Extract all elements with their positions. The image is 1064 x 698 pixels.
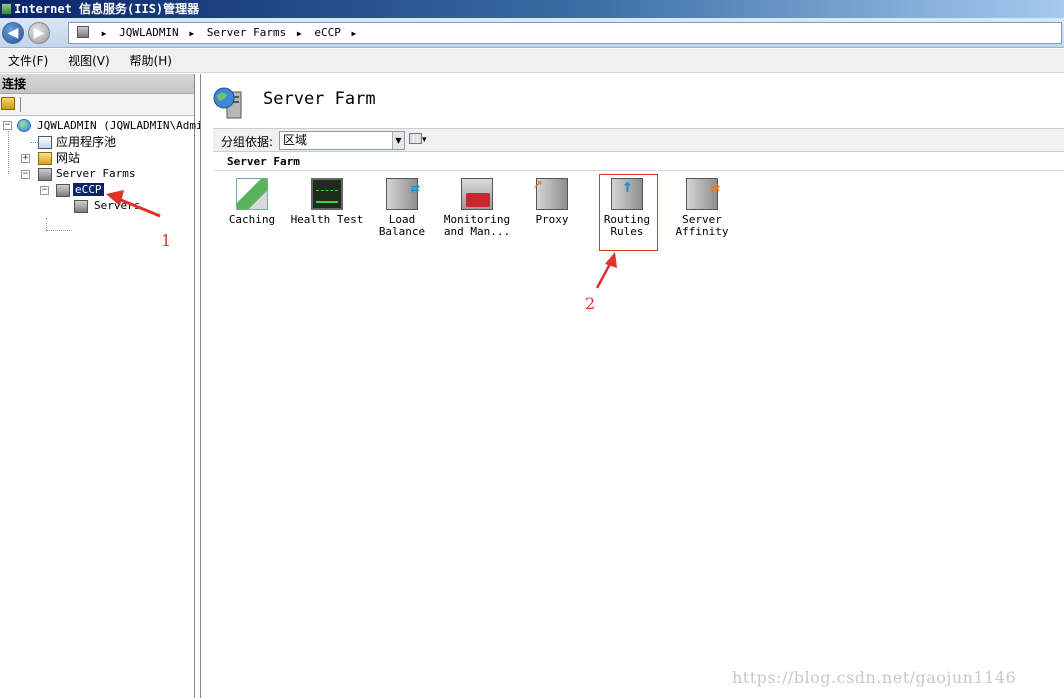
breadcrumb-arrow-icon[interactable]: ▶ (102, 29, 107, 38)
back-button[interactable]: ◀ (2, 22, 24, 44)
chevron-down-icon: ▾ (422, 135, 427, 145)
toolbar-separator (20, 97, 21, 112)
annotation-arrow-1 (106, 190, 161, 218)
servers-icon (74, 200, 88, 213)
health-test-icon (311, 178, 343, 210)
server-farm-icon (56, 184, 70, 197)
server-affinity-icon (686, 178, 720, 210)
feature-label: Health Test (290, 213, 364, 226)
feature-server-affinity[interactable]: Server Affinity (665, 178, 739, 238)
breadcrumb-arrow-icon[interactable]: ▶ (189, 29, 194, 38)
feature-label: Monitoring and Man... (443, 213, 511, 238)
breadcrumb-arrow-icon[interactable]: ▶ (297, 29, 302, 38)
tree-node-server[interactable]: JQWLADMIN (JQWLADMIN\Admin (37, 118, 209, 134)
server-farm-icon (213, 87, 242, 119)
connect-icon[interactable] (1, 97, 15, 110)
view-mode-button[interactable]: ▾ (409, 132, 431, 149)
feature-label: Server Affinity (675, 213, 729, 238)
group-by-select[interactable]: 区域 ▼ (279, 131, 405, 150)
tree-node-eccp[interactable]: eCCP (73, 182, 104, 198)
collapse-toggle[interactable]: − (21, 170, 30, 179)
chevron-down-icon[interactable]: ▼ (392, 132, 404, 149)
window-title-bar: Internet 信息服务(IIS)管理器 (0, 0, 1064, 18)
breadcrumb-eccp[interactable]: eCCP (314, 26, 341, 39)
menu-bar: 文件(F) 视图(V) 帮助(H) (0, 49, 1064, 73)
tree-node-sites[interactable]: 网站 (56, 150, 80, 166)
tree-node-server-farms[interactable]: Server Farms (56, 166, 135, 182)
menu-view[interactable]: 视图(V) (68, 54, 110, 68)
view-grid-icon (409, 133, 422, 144)
feature-caching[interactable]: Caching (215, 178, 289, 226)
group-by-label: 分组依据: (221, 135, 274, 149)
tree-guide-line (46, 218, 47, 230)
connections-toolbar (0, 94, 194, 116)
main-pane: Server Farm 分组依据: 区域 ▼ ▾ Server Farm Cac… (200, 74, 1064, 698)
menu-help[interactable]: 帮助(H) (130, 54, 172, 68)
sites-folder-icon (38, 152, 52, 165)
tree-guide-line (46, 230, 72, 231)
breadcrumb-server-farms[interactable]: Server Farms (207, 26, 286, 39)
window-title: Internet 信息服务(IIS)管理器 (14, 2, 200, 16)
annotation-label-1: 1 (161, 231, 172, 250)
app-pool-icon (38, 136, 52, 149)
feature-label: Proxy (535, 213, 569, 226)
annotation-label-2: 2 (585, 294, 596, 313)
collapse-toggle[interactable]: − (40, 186, 49, 195)
feature-monitoring[interactable]: Monitoring and Man... (440, 178, 514, 238)
annotation-highlight-box (599, 174, 658, 251)
server-globe-icon (17, 119, 31, 132)
tree-node-eccp-label: eCCP (73, 183, 104, 196)
navigation-bar: ◀ ▶ ▶ JQWLADMIN ▶ Server Farms ▶ eCCP ▶ (0, 18, 1064, 48)
tree-guide-line (8, 126, 9, 174)
feature-label: Load Balance (378, 213, 426, 238)
expand-toggle[interactable]: + (21, 154, 30, 163)
tree-node-app-pools[interactable]: 应用程序池 (56, 134, 116, 150)
feature-label: Caching (228, 213, 276, 226)
page-title: Server Farm (263, 89, 376, 109)
monitoring-icon (461, 178, 493, 210)
section-header: Server Farm (213, 153, 1064, 171)
annotation-arrow-2 (595, 252, 617, 289)
address-bar[interactable]: ▶ JQWLADMIN ▶ Server Farms ▶ eCCP ▶ (68, 22, 1062, 44)
feature-proxy[interactable]: Proxy (515, 177, 589, 226)
feature-load-balance[interactable]: Load Balance (365, 178, 439, 238)
group-by-value: 区域 (283, 133, 308, 147)
watermark: https://blog.csdn.net/gaojun1146 (732, 668, 1017, 687)
collapse-toggle[interactable]: − (3, 121, 12, 130)
page-header: Server Farm (201, 74, 1064, 126)
forward-button[interactable]: ▶ (28, 22, 50, 44)
proxy-icon (533, 177, 568, 210)
breadcrumb-jqwladmin[interactable]: JQWLADMIN (119, 26, 179, 39)
iis-app-icon (1, 3, 12, 15)
load-balance-icon (386, 178, 420, 210)
server-icon (77, 26, 89, 38)
connections-pane: 连接 − JQWLADMIN (JQWLADMIN\Admin 应用程序池 + … (0, 74, 209, 698)
menu-file[interactable]: 文件(F) (8, 54, 48, 68)
breadcrumb-arrow-icon[interactable]: ▶ (351, 29, 356, 38)
connections-header: 连接 (0, 74, 194, 94)
caching-icon (236, 178, 268, 210)
feature-health-test[interactable]: Health Test (290, 178, 364, 226)
group-by-bar: 分组依据: 区域 ▼ ▾ (213, 128, 1064, 152)
tree-guide-line (30, 142, 38, 143)
server-farms-icon (38, 168, 52, 181)
